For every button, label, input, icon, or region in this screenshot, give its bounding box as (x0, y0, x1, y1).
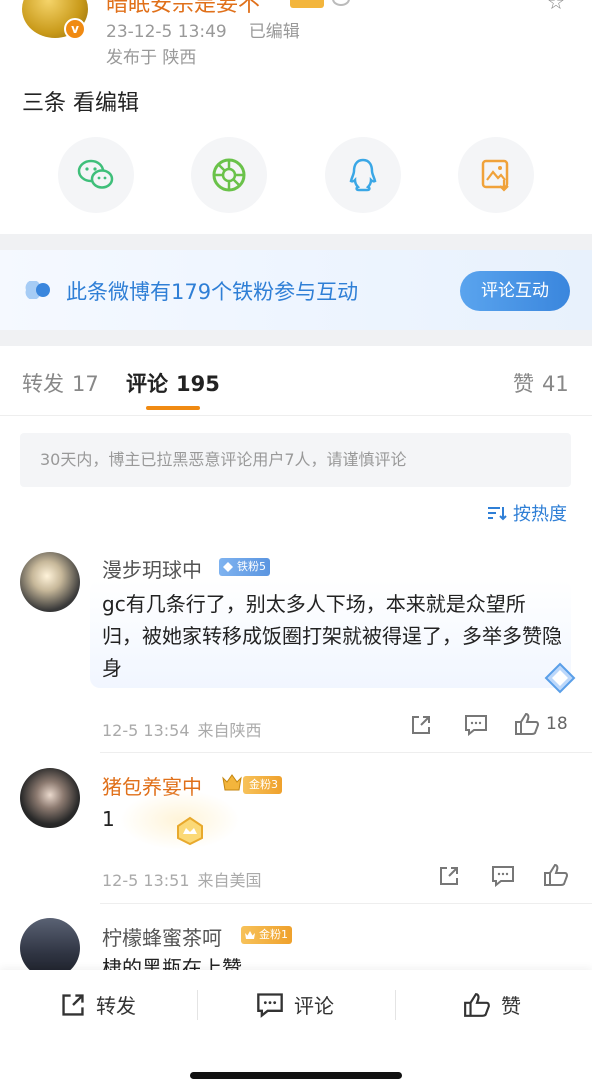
save-image-icon (481, 159, 509, 192)
bar-separator (197, 990, 198, 1020)
tab-comments-count: 195 (176, 372, 220, 396)
verified-badge-icon: v (64, 18, 86, 40)
comment-meta: 12-5 13:51 来自美国 (102, 867, 262, 891)
commenter-avatar[interactable] (20, 768, 80, 828)
repost-comment-button[interactable] (438, 865, 460, 887)
home-indicator[interactable] (190, 1072, 402, 1079)
comment-divider (100, 903, 592, 904)
tab-repost-label: 转发 (22, 372, 64, 396)
sort-button[interactable]: 按热度 (487, 500, 567, 526)
share-moments-button[interactable] (191, 137, 267, 213)
share-icon (412, 716, 430, 734)
commenter-avatar[interactable] (20, 552, 80, 612)
bottom-action-bar: 转发 评论 赞 (0, 970, 592, 1085)
wechat-icon (77, 159, 114, 189)
tab-likes-label: 赞 (513, 372, 534, 396)
commenter-name[interactable]: 柠檬蜂蜜茶呵 (102, 922, 222, 951)
crown-icon (245, 931, 255, 939)
tab-likes[interactable]: 赞 41 (513, 368, 569, 398)
share-wechat-button[interactable] (58, 137, 134, 213)
tab-comments-label: 评论 (126, 372, 168, 396)
fan-badge: 金粉3 (243, 776, 282, 794)
comment-button[interactable]: 评论 (256, 990, 334, 1019)
qq-icon (349, 158, 377, 192)
post-text: 三条 看编辑 (22, 91, 139, 116)
thumbs-up-icon (515, 712, 540, 735)
comment-icon (465, 715, 487, 736)
commenter-name[interactable]: 漫步玥球中 (102, 554, 202, 583)
fan-rank-badge (290, 0, 324, 8)
comment-label: 评论 (294, 994, 334, 1018)
sort-icon (488, 507, 507, 521)
like-post-button[interactable]: 赞 (463, 990, 521, 1019)
thumbs-up-icon (464, 992, 490, 1017)
post-time: 23-12-5 13:49 (106, 22, 227, 42)
comment-time: 12-5 13:54 (102, 721, 190, 740)
comment-text: 1 (102, 807, 115, 831)
tab-repost[interactable]: 转发 17 (22, 368, 99, 398)
comment-text: gc有几条行了，别太多人下场，本来就是众望所归，被她家转移成饭圈打架就被得逞了，… (102, 592, 562, 680)
tab-comments[interactable]: 评论 195 (126, 368, 220, 398)
bar-separator (395, 990, 396, 1020)
comment-divider (100, 752, 592, 753)
section-gap (0, 330, 592, 346)
fan-badge: 铁粉5 (219, 558, 270, 576)
commenter-avatar[interactable] (20, 918, 80, 978)
comment-interact-button[interactable]: 评论互动 (460, 271, 570, 311)
fan-badge-label: 金粉3 (249, 778, 278, 791)
fan-badge-icon (25, 281, 50, 299)
like-button[interactable]: 18 (514, 712, 568, 736)
comment-source: 来自美国 (197, 871, 262, 890)
like-label: 赞 (501, 994, 521, 1018)
crown-icon (222, 774, 242, 791)
share-icon (440, 867, 458, 885)
more-icon[interactable] (332, 0, 350, 6)
like-button[interactable] (543, 863, 569, 887)
fan-badge-label: 铁粉5 (237, 560, 266, 573)
moments-icon (212, 158, 246, 192)
comment-source: 来自陕西 (197, 721, 262, 740)
diamond-icon (223, 562, 233, 572)
fan-badge: 金粉1 (241, 926, 292, 944)
fan-badge-label: 金粉1 (259, 928, 288, 941)
save-image-button[interactable] (458, 137, 534, 213)
tab-likes-count: 41 (542, 372, 569, 396)
fan-interaction-banner[interactable]: 此条微博有179个铁粉参与互动 评论互动 (0, 250, 592, 330)
section-gap (0, 234, 592, 250)
active-tab-indicator (146, 406, 200, 410)
post-header: v 暗眠安宗是妄不 ☆ 23-12-5 13:49 已编辑 发布于 陕西 (0, 0, 592, 70)
reply-button[interactable] (464, 714, 488, 736)
block-notice: 30天内，博主已拉黑恶意评论用户7人，请谨慎评论 (20, 433, 571, 487)
detail-tabs: 转发 17 评论 195 赞 41 (0, 346, 592, 416)
comment-time: 12-5 13:51 (102, 871, 190, 890)
fan-banner-text: 此条微博有179个铁粉参与互动 (66, 280, 359, 304)
comment-meta: 12-5 13:54 来自陕西 (102, 717, 262, 741)
tab-repost-count: 17 (72, 372, 99, 396)
post-meta: 23-12-5 13:49 已编辑 (106, 17, 300, 42)
favorite-icon[interactable]: ☆ (547, 0, 565, 14)
repost-button[interactable]: 转发 (60, 990, 136, 1019)
edited-label[interactable]: 已编辑 (249, 22, 300, 42)
comment-icon (257, 992, 283, 1018)
share-row (0, 137, 592, 217)
thumbs-up-icon (544, 863, 569, 886)
reply-button[interactable] (491, 865, 515, 887)
share-qq-button[interactable] (325, 137, 401, 213)
author-name[interactable]: 暗眠安宗是妄不 (106, 0, 260, 18)
diamond-decoration-icon (544, 662, 576, 694)
share-icon (62, 993, 84, 1016)
like-count: 18 (546, 714, 568, 734)
comment-icon (492, 866, 514, 887)
repost-label: 转发 (96, 994, 136, 1018)
post-location: 发布于 陕西 (106, 48, 197, 68)
sort-label: 按热度 (513, 504, 567, 525)
repost-comment-button[interactable] (410, 714, 432, 736)
gold-crown-decoration-icon (177, 816, 203, 846)
